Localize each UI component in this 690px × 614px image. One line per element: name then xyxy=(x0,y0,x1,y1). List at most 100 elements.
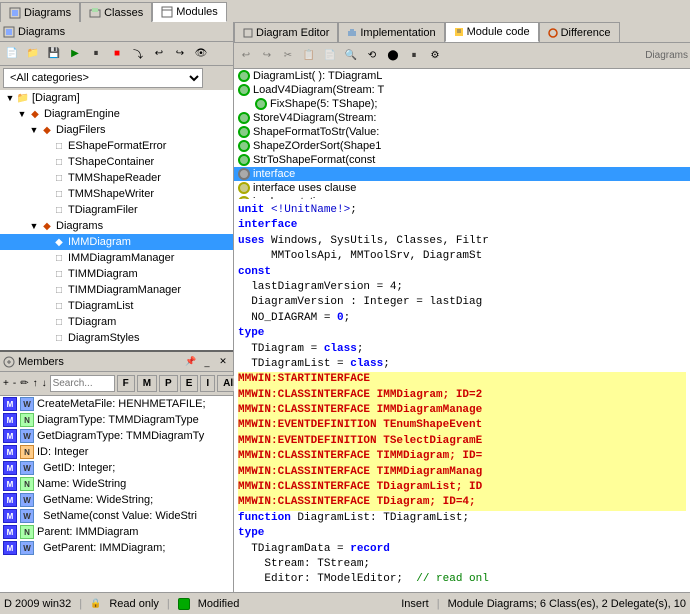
tree-item-diagram[interactable]: ▼ 📁 [Diagram] xyxy=(0,90,233,106)
badge-w-getid: W xyxy=(20,461,34,475)
code-mmwin-eventdef1: MMWIN:EVENTDEFINITION TEnumShapeEvent xyxy=(238,418,686,433)
tree-item-timmdiagram[interactable]: □ TIMMDiagram xyxy=(0,266,233,282)
status-led xyxy=(178,598,190,610)
tab-classes[interactable]: Classes xyxy=(80,2,152,22)
code-editor[interactable]: unit <!UnitName!>; interface uses Window… xyxy=(234,199,690,592)
outline-item-interface[interactable]: interface xyxy=(234,167,690,181)
tree-item-immdiagram[interactable]: ◆ IMMDiagram xyxy=(0,234,233,250)
filter-m-btn[interactable]: M xyxy=(137,375,157,392)
tree-item-tdiagramlist[interactable]: □ TDiagramList xyxy=(0,298,233,314)
tab-difference[interactable]: Difference xyxy=(539,22,620,42)
pause-btn[interactable]: ⏸ xyxy=(86,45,106,63)
tab-diagram-editor[interactable]: Diagram Editor xyxy=(234,22,338,42)
right-main: DiagramList( ): TDiagramL LoadV4Diagram(… xyxy=(234,69,690,592)
over-btn[interactable]: ↩ xyxy=(149,45,169,63)
del-member-btn[interactable]: - xyxy=(12,375,17,393)
run-btn[interactable]: ▶ xyxy=(65,45,85,63)
member-getname[interactable]: M W GetName: WideString; xyxy=(0,492,233,508)
rt-paste-btn[interactable]: 📄 xyxy=(320,47,340,65)
tree-item-eshape[interactable]: □ EShapeFormatError xyxy=(0,138,233,154)
tree-item-immdiagrammanager[interactable]: □ IMMDiagramManager xyxy=(0,250,233,266)
rt-find-btn[interactable]: 🔍 xyxy=(341,47,361,65)
tree-item-diagfilers[interactable]: ▼ ◆ DiagFilers xyxy=(0,122,233,138)
rt-redo-btn[interactable]: ↪ xyxy=(257,47,277,65)
badge-m-diagramtype: M xyxy=(3,413,17,427)
class-icon-tdl: □ xyxy=(52,299,66,313)
diamond-icon-df: ◆ xyxy=(40,123,54,137)
add-member-btn[interactable]: + xyxy=(2,375,10,393)
expander-diagram[interactable]: ▼ xyxy=(4,92,16,104)
expander-de[interactable]: ▼ xyxy=(16,108,28,120)
move-up-btn[interactable]: ↑ xyxy=(32,375,39,393)
tree-item-diagramstyles[interactable]: □ DiagramStyles xyxy=(0,330,233,346)
tab-implementation[interactable]: Implementation xyxy=(338,22,444,42)
outline-item-interface-uses[interactable]: interface uses clause xyxy=(234,181,690,195)
member-id[interactable]: M N ID: Integer xyxy=(0,444,233,460)
edit-member-btn[interactable]: ✏ xyxy=(19,375,29,393)
tab-modules[interactable]: Modules xyxy=(152,2,227,22)
code-tdiagram-class: TDiagram = class; xyxy=(238,342,686,357)
move-down-btn[interactable]: ↓ xyxy=(41,375,48,393)
member-createmetafile[interactable]: M W CreateMetaFile: HENHMETAFILE; xyxy=(0,396,233,412)
outline-item-strtoshapeformat[interactable]: StrToShapeFormat(const xyxy=(234,153,690,167)
outline-panel[interactable]: DiagramList( ): TDiagramL LoadV4Diagram(… xyxy=(234,69,690,199)
tree-item-diagramengine[interactable]: ▼ ◆ DiagramEngine xyxy=(0,106,233,122)
member-getparent[interactable]: M W GetParent: IMMDiagram; xyxy=(0,540,233,556)
tree-item-tshape[interactable]: □ TShapeContainer xyxy=(0,154,233,170)
rt-pause-btn[interactable]: ⏸ xyxy=(404,47,424,65)
member-getdiagramtype[interactable]: M W GetDiagramType: TMMDiagramTy xyxy=(0,428,233,444)
outline-item-shapeformattostr[interactable]: ShapeFormatToStr(Value: xyxy=(234,125,690,139)
category-dropdown[interactable]: <All categories> xyxy=(3,68,203,88)
tab-modulecode[interactable]: Module code xyxy=(445,22,539,42)
code-icon xyxy=(454,27,464,37)
members-pin-btn[interactable]: 📌 xyxy=(184,355,198,369)
rt-replace-btn[interactable]: ⟲ xyxy=(362,47,382,65)
members-min-btn[interactable]: _ xyxy=(200,355,214,369)
tree-item-mmshapereader[interactable]: □ TMMShapeReader xyxy=(0,170,233,186)
member-getid[interactable]: M W GetID: Integer; xyxy=(0,460,233,476)
filter-f-btn[interactable]: F xyxy=(117,375,135,392)
step-btn[interactable]: ⤵ xyxy=(128,45,148,63)
outline-item-fixshape[interactable]: FixShape(5: TShape); xyxy=(234,97,690,111)
save-btn[interactable]: 💾 xyxy=(44,45,64,63)
member-parent[interactable]: M N Parent: IMMDiagram xyxy=(0,524,233,540)
member-diagramtype[interactable]: M N DiagramType: TMMDiagramType xyxy=(0,412,233,428)
rt-copy-btn[interactable]: 📋 xyxy=(299,47,319,65)
stop-btn[interactable]: ■ xyxy=(107,45,127,63)
member-setname[interactable]: M W SetName(const Value: WideStri xyxy=(0,508,233,524)
filter-i-btn[interactable]: I xyxy=(200,375,215,392)
tree-item-mmshapewriter[interactable]: □ TMMShapeWriter xyxy=(0,186,233,202)
rt-format-btn[interactable]: ⚙ xyxy=(425,47,445,65)
dot-green-dl xyxy=(238,70,250,82)
filter-p-btn[interactable]: P xyxy=(159,375,178,392)
badge-w-setname: W xyxy=(20,509,34,523)
main-container: Diagrams 📄 📁 💾 ▶ ⏸ ■ ⤵ ↩ ↪ 👁 <All catego… xyxy=(0,22,690,592)
view-btn[interactable]: 👁 xyxy=(191,45,211,63)
tree-item-diagrams-folder[interactable]: ▼ ◆ Diagrams xyxy=(0,218,233,234)
filter-e-btn[interactable]: E xyxy=(180,375,199,392)
rt-undo-btn[interactable]: ↩ xyxy=(236,47,256,65)
rt-bp-btn[interactable]: ⬤ xyxy=(383,47,403,65)
tree-item-tdiagramfiler[interactable]: □ TDiagramFiler xyxy=(0,202,233,218)
members-list[interactable]: M W CreateMetaFile: HENHMETAFILE; M N Di… xyxy=(0,396,233,592)
new-diagram-btn[interactable]: 📄 xyxy=(2,45,22,63)
member-name[interactable]: M N Name: WideString xyxy=(0,476,233,492)
rt-cut-btn[interactable]: ✂ xyxy=(278,47,298,65)
outline-item-storev4[interactable]: StoreV4Diagram(Stream: xyxy=(234,111,690,125)
tab-diagrams[interactable]: Diagrams xyxy=(0,2,80,22)
diagram-tree[interactable]: ▼ 📁 [Diagram] ▼ ◆ DiagramEngine ▼ ◆ Diag… xyxy=(0,90,233,350)
out-btn[interactable]: ↪ xyxy=(170,45,190,63)
tree-item-tdiagram[interactable]: □ TDiagram xyxy=(0,314,233,330)
tree-item-timmdiagrammanager[interactable]: □ TIMMDiagramManager xyxy=(0,282,233,298)
expander-df[interactable]: ▼ xyxy=(28,124,40,136)
open-btn[interactable]: 📁 xyxy=(23,45,43,63)
class-icon-eshape: □ xyxy=(52,139,66,153)
members-close-btn[interactable]: ✕ xyxy=(216,355,230,369)
outline-item-shapezordersort[interactable]: ShapeZOrderSort(Shape1 xyxy=(234,139,690,153)
expander-diags[interactable]: ▼ xyxy=(28,220,40,232)
code-tdiagramlist-class: TDiagramList = class; xyxy=(238,357,686,372)
outline-item-loadv4[interactable]: LoadV4Diagram(Stream: T xyxy=(234,83,690,97)
outline-item-diagramlist[interactable]: DiagramList( ): TDiagramL xyxy=(234,69,690,83)
member-search-input[interactable] xyxy=(50,375,115,392)
modified-label: Modified xyxy=(198,598,240,610)
